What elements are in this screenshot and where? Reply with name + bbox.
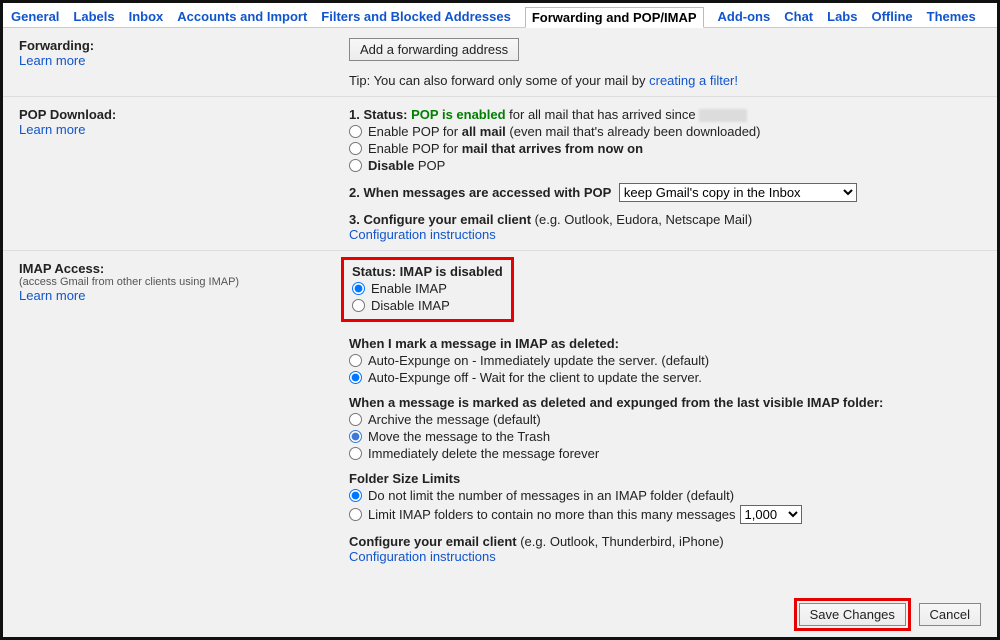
add-forwarding-address-button[interactable]: Add a forwarding address bbox=[349, 38, 519, 61]
pop-status-prefix: 1. Status: bbox=[349, 107, 411, 122]
forwarding-title: Forwarding: bbox=[19, 38, 349, 53]
imap-learn-more-link[interactable]: Learn more bbox=[19, 288, 349, 303]
tab-addons[interactable]: Add-ons bbox=[718, 9, 771, 24]
pop-enable-now-label: Enable POP for mail that arrives from no… bbox=[368, 141, 643, 156]
tab-forwarding-pop-imap[interactable]: Forwarding and POP/IMAP bbox=[525, 7, 704, 28]
imap-config-instructions-link[interactable]: Configuration instructions bbox=[349, 549, 981, 564]
imap-enable-label: Enable IMAP bbox=[371, 281, 447, 296]
imap-expunged-header: When a message is marked as deleted and … bbox=[349, 395, 883, 410]
imap-deleted-header: When I mark a message in IMAP as deleted… bbox=[349, 336, 619, 351]
imap-enable-highlight: Status: IMAP is disabled Enable IMAP Dis… bbox=[341, 257, 514, 322]
expunged-trash-radio[interactable] bbox=[349, 430, 362, 443]
save-changes-button[interactable]: Save Changes bbox=[799, 603, 906, 626]
pop-access-label: 2. When messages are accessed with POP bbox=[349, 185, 611, 200]
pop-status-value: POP is enabled bbox=[411, 107, 505, 122]
pop-learn-more-link[interactable]: Learn more bbox=[19, 122, 349, 137]
expunged-archive-label: Archive the message (default) bbox=[368, 412, 541, 427]
folder-no-limit-radio[interactable] bbox=[349, 489, 362, 502]
tab-chat[interactable]: Chat bbox=[784, 9, 813, 24]
imap-disable-label: Disable IMAP bbox=[371, 298, 450, 313]
action-buttons: Save Changes Cancel bbox=[794, 598, 981, 631]
expunged-archive-radio[interactable] bbox=[349, 413, 362, 426]
auto-expunge-off-label: Auto-Expunge off - Wait for the client t… bbox=[368, 370, 702, 385]
pop-enable-now-radio[interactable] bbox=[349, 142, 362, 155]
save-highlight: Save Changes bbox=[794, 598, 911, 631]
cancel-button[interactable]: Cancel bbox=[919, 603, 981, 626]
pop-enable-all-label: Enable POP for all mail (even mail that'… bbox=[368, 124, 761, 139]
pop-download-section: POP Download: Learn more 1. Status: POP … bbox=[3, 97, 997, 251]
pop-access-select[interactable]: keep Gmail's copy in the Inbox bbox=[619, 183, 857, 202]
tab-general[interactable]: General bbox=[11, 9, 59, 24]
imap-configure-suffix: (e.g. Outlook, Thunderbird, iPhone) bbox=[517, 534, 724, 549]
imap-status-label: Status: IMAP is disabled bbox=[352, 264, 503, 279]
imap-disable-radio[interactable] bbox=[352, 299, 365, 312]
pop-disable-radio[interactable] bbox=[349, 159, 362, 172]
pop-configure-suffix: (e.g. Outlook, Eudora, Netscape Mail) bbox=[531, 212, 752, 227]
creating-filter-link[interactable]: creating a filter! bbox=[649, 73, 738, 88]
folder-limit-label: Limit IMAP folders to contain no more th… bbox=[368, 507, 736, 522]
imap-configure-label: Configure your email client bbox=[349, 534, 517, 549]
tab-labels[interactable]: Labels bbox=[73, 9, 114, 24]
forwarding-tip-text: Tip: You can also forward only some of y… bbox=[349, 73, 649, 88]
folder-limit-select[interactable]: 1,000 bbox=[740, 505, 802, 524]
pop-download-title: POP Download: bbox=[19, 107, 349, 122]
tab-inbox[interactable]: Inbox bbox=[129, 9, 164, 24]
expunged-trash-label: Move the message to the Trash bbox=[368, 429, 550, 444]
imap-access-subtitle: (access Gmail from other clients using I… bbox=[19, 276, 349, 288]
tab-accounts-import[interactable]: Accounts and Import bbox=[177, 9, 307, 24]
pop-configure-label: 3. Configure your email client bbox=[349, 212, 531, 227]
pop-status-suffix: for all mail that has arrived since bbox=[506, 107, 700, 122]
expunged-delete-label: Immediately delete the message forever bbox=[368, 446, 599, 461]
tab-themes[interactable]: Themes bbox=[927, 9, 976, 24]
pop-status-date-redacted bbox=[699, 109, 747, 122]
pop-enable-all-radio[interactable] bbox=[349, 125, 362, 138]
pop-disable-label: Disable POP bbox=[368, 158, 445, 173]
settings-tabs: General Labels Inbox Accounts and Import… bbox=[3, 3, 997, 28]
forwarding-section: Forwarding: Learn more Add a forwarding … bbox=[3, 28, 997, 97]
folder-no-limit-label: Do not limit the number of messages in a… bbox=[368, 488, 734, 503]
folder-limit-radio[interactable] bbox=[349, 508, 362, 521]
tab-labs[interactable]: Labs bbox=[827, 9, 857, 24]
imap-enable-radio[interactable] bbox=[352, 282, 365, 295]
auto-expunge-off-radio[interactable] bbox=[349, 371, 362, 384]
pop-config-instructions-link[interactable]: Configuration instructions bbox=[349, 227, 981, 242]
folder-size-limits-header: Folder Size Limits bbox=[349, 471, 460, 486]
imap-access-section: IMAP Access: (access Gmail from other cl… bbox=[3, 251, 997, 572]
imap-access-title: IMAP Access: bbox=[19, 261, 349, 276]
auto-expunge-on-radio[interactable] bbox=[349, 354, 362, 367]
expunged-delete-radio[interactable] bbox=[349, 447, 362, 460]
forwarding-learn-more-link[interactable]: Learn more bbox=[19, 53, 349, 68]
tab-offline[interactable]: Offline bbox=[871, 9, 912, 24]
tab-filters[interactable]: Filters and Blocked Addresses bbox=[321, 9, 511, 24]
auto-expunge-on-label: Auto-Expunge on - Immediately update the… bbox=[368, 353, 709, 368]
